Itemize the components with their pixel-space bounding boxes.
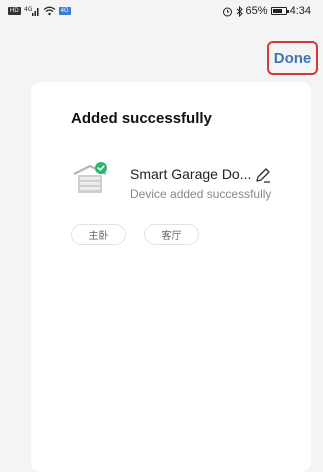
edit-icon[interactable]	[254, 166, 272, 184]
bluetooth-icon	[236, 5, 243, 17]
device-status: Device added successfully	[130, 187, 272, 201]
alarm-icon	[222, 7, 232, 16]
battery-percent: 65%	[245, 5, 268, 17]
garage-door-icon	[71, 160, 109, 198]
network-badge: 4G	[58, 7, 71, 15]
result-card: Added successfully Smart Garage Do... De…	[31, 82, 311, 472]
page-title: Added successfully	[71, 110, 212, 127]
status-bar: HD 4G 4G 65% 4:34	[0, 0, 323, 22]
wifi-icon	[43, 6, 56, 16]
room-chip-master-bedroom[interactable]: 主卧	[71, 224, 126, 245]
status-bar-right: 65% 4:34	[222, 5, 311, 17]
hd-badge: HD	[8, 7, 21, 15]
device-name: Smart Garage Do...	[130, 166, 252, 182]
signal-icon: 4G	[24, 6, 39, 16]
battery-icon	[270, 7, 289, 15]
clock: 4:34	[289, 5, 311, 17]
done-button[interactable]: Done	[267, 41, 318, 75]
svg-text:4G: 4G	[24, 6, 33, 13]
status-bar-left: HD 4G 4G	[8, 6, 71, 16]
room-chip-living-room[interactable]: 客厅	[144, 224, 199, 245]
